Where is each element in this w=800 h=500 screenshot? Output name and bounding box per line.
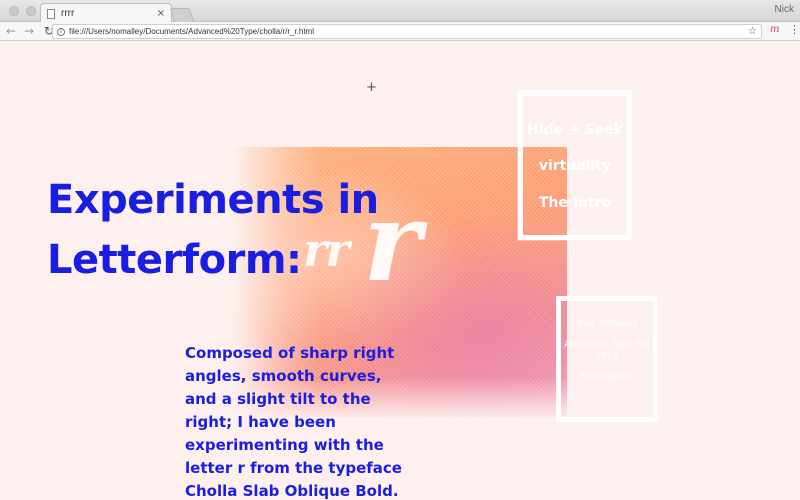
url-text[interactable]: file:///Users/nomalley/Documents/Advance… xyxy=(69,27,314,36)
nav-link-virtuality[interactable]: virtuality xyxy=(539,158,611,174)
crosshair-cursor-icon: + xyxy=(366,80,377,95)
extension-icon[interactable]: m xyxy=(770,24,779,35)
browser-titlebar: rrrr × Nick xyxy=(0,0,800,23)
browser-tab[interactable]: rrrr × xyxy=(40,3,172,23)
page-title: Experiments in Letterform: xyxy=(47,177,379,283)
back-arrow-icon[interactable]: ← xyxy=(4,24,18,38)
forward-arrow-icon[interactable]: → xyxy=(22,24,36,38)
document-icon xyxy=(47,8,55,19)
course-name: Advanced Type Fall 2016 xyxy=(564,340,650,361)
browser-toolbar: ← → ↻ i file:///Users/nomalley/Documents… xyxy=(0,22,800,41)
description-text: Composed of sharp right angles, smooth c… xyxy=(185,344,402,500)
info-icon[interactable]: i xyxy=(57,27,65,36)
close-tab-icon[interactable]: × xyxy=(157,8,165,19)
nav-link-hide-seek[interactable]: Hide + Seek xyxy=(527,122,623,138)
instructor-name: Robin Lynch xyxy=(579,372,634,382)
close-window-button[interactable] xyxy=(9,6,19,16)
nav-link-intro[interactable]: The Intro xyxy=(539,195,611,211)
menu-icon[interactable]: ⋮ xyxy=(789,23,800,36)
page-content: + rr r Experiments in Letterform: Compos… xyxy=(0,42,800,500)
address-bar[interactable]: i file:///Users/nomalley/Documents/Advan… xyxy=(52,24,762,39)
profile-name[interactable]: Nick xyxy=(775,4,794,15)
tab-title: rrrr xyxy=(61,8,75,19)
author-name: Nick O'Malley xyxy=(576,319,638,329)
credits-box: Nick O'Malley Advanced Type Fall 2016 Ro… xyxy=(556,296,658,422)
minimize-window-button[interactable] xyxy=(26,6,36,16)
new-tab-button[interactable] xyxy=(169,8,195,22)
project-nav-box: Hide + Seek virtuality The Intro xyxy=(518,90,632,240)
bookmark-star-icon[interactable]: ☆ xyxy=(748,26,757,37)
